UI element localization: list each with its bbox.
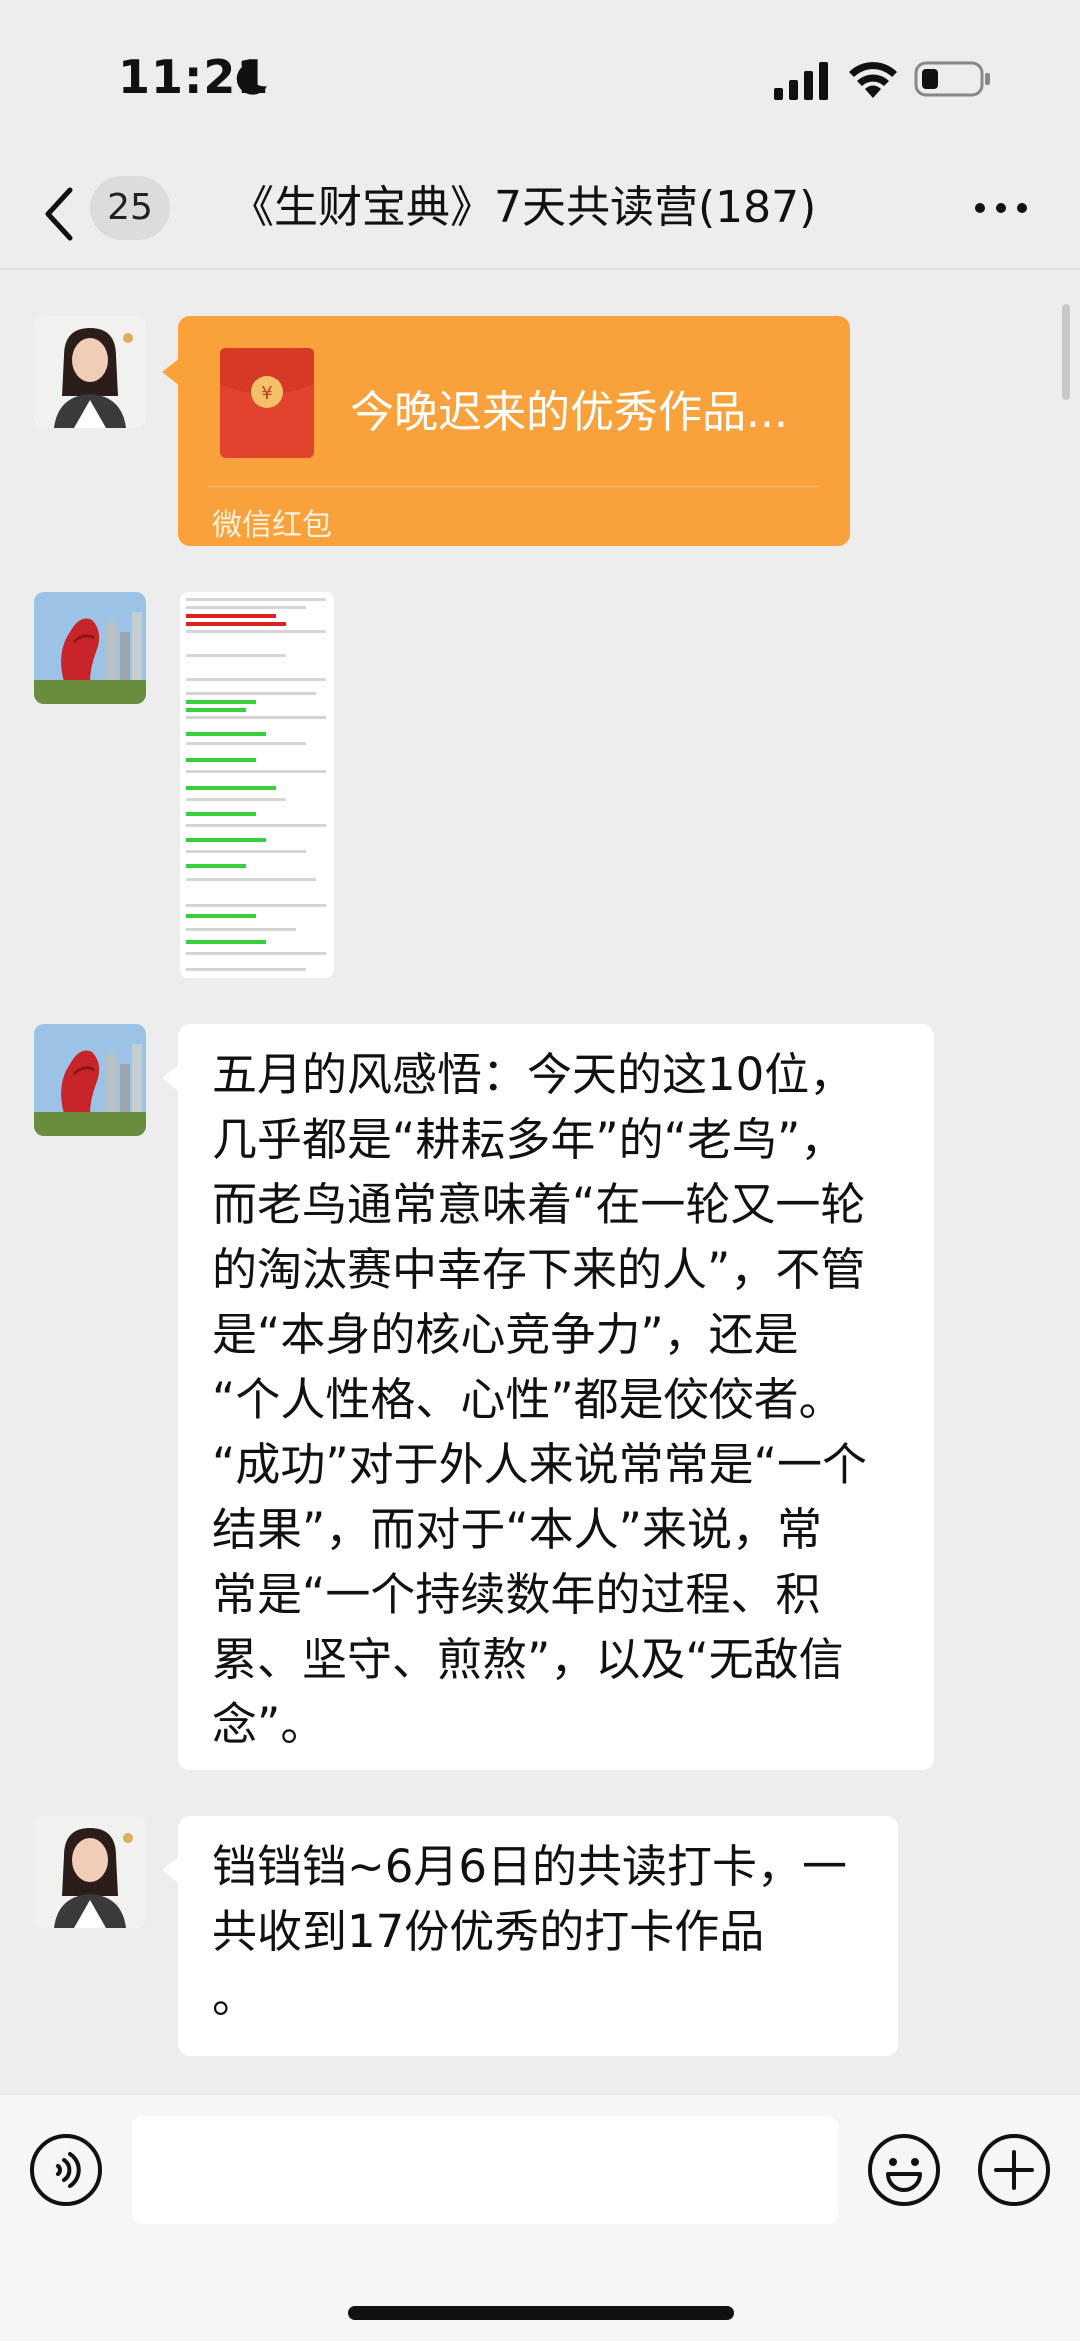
message-text-line: 几乎都是“耕耘多年”的“老鸟”， [212, 1113, 846, 1166]
unread-count-badge[interactable]: 25 [90, 176, 170, 240]
voice-input-icon[interactable] [28, 2132, 104, 2208]
red-packet-message[interactable]: ¥ 今晚迟来的优秀作品... 微信红包 [162, 316, 850, 546]
plus-icon[interactable] [976, 2132, 1052, 2208]
emoji-icon[interactable] [866, 2132, 942, 2208]
message-text-line: 结果”，而对于“本人”来说，常 [212, 1503, 822, 1556]
message-text-line: “个人性格、心性”都是佼佼者。 [212, 1373, 844, 1426]
message-text-line: 累、坚守、煎熬”，以及“无敌信 [212, 1633, 844, 1686]
sender-avatar-woman[interactable] [34, 1816, 146, 1928]
back-chevron-icon[interactable] [40, 182, 80, 246]
moon-icon [236, 62, 267, 95]
signal-icon [774, 62, 828, 100]
message-text-line: 铛铛铛~6月6日的共读打卡，一 [212, 1840, 847, 1893]
wifi-icon [849, 62, 897, 98]
message-text-line: 而老鸟通常意味着“在一轮又一轮 [212, 1178, 866, 1231]
message-text-line: 常是“一个持续数年的过程、积 [212, 1568, 821, 1621]
message-text-line: 共收到17份优秀的打卡作品 [212, 1905, 765, 1958]
sender-avatar-sculpture[interactable] [34, 1024, 146, 1136]
message-text-line: 五月的风感悟：今天的这10位， [212, 1048, 855, 1101]
nav-divider [0, 268, 1080, 270]
red-packet-divider [208, 486, 820, 487]
message-text-line: 是“本身的核心竞争力”，还是 [212, 1308, 799, 1361]
text-message-bubble[interactable]: 铛铛铛~6月6日的共读打卡，一 共收到17份优秀的打卡作品 。 [162, 1816, 898, 2056]
svg-text:¥: ¥ [261, 383, 272, 404]
message-text-line: 念”。 [212, 1698, 326, 1751]
battery-icon [914, 61, 990, 97]
chat-title: 《生财宝典》7天共读营(187) [230, 182, 817, 233]
sender-avatar-sculpture[interactable] [34, 592, 146, 704]
red-envelope-icon: ¥ [220, 348, 314, 458]
sender-avatar-woman[interactable] [34, 316, 146, 428]
status-bar: 11:21 [0, 0, 1080, 150]
text-message-bubble[interactable]: 五月的风感悟：今天的这10位， 几乎都是“耕耘多年”的“老鸟”， 而老鸟通常意味… [162, 1024, 934, 1770]
screenshot-image-thumbnail[interactable] [180, 592, 334, 978]
home-indicator[interactable] [348, 2306, 734, 2320]
red-packet-title: 今晚迟来的优秀作品... [350, 387, 788, 438]
message-text-line: “成功”对于外人来说常常是“一个 [212, 1438, 867, 1491]
message-text-line: 的淘汰赛中幸存下来的人”，不管 [212, 1243, 866, 1296]
scroll-indicator[interactable] [1062, 304, 1070, 400]
more-options-icon[interactable] [972, 196, 1030, 220]
message-text-line: 。 [212, 1970, 258, 2023]
message-input[interactable] [132, 2116, 838, 2224]
red-packet-label: 微信红包 [212, 508, 332, 543]
